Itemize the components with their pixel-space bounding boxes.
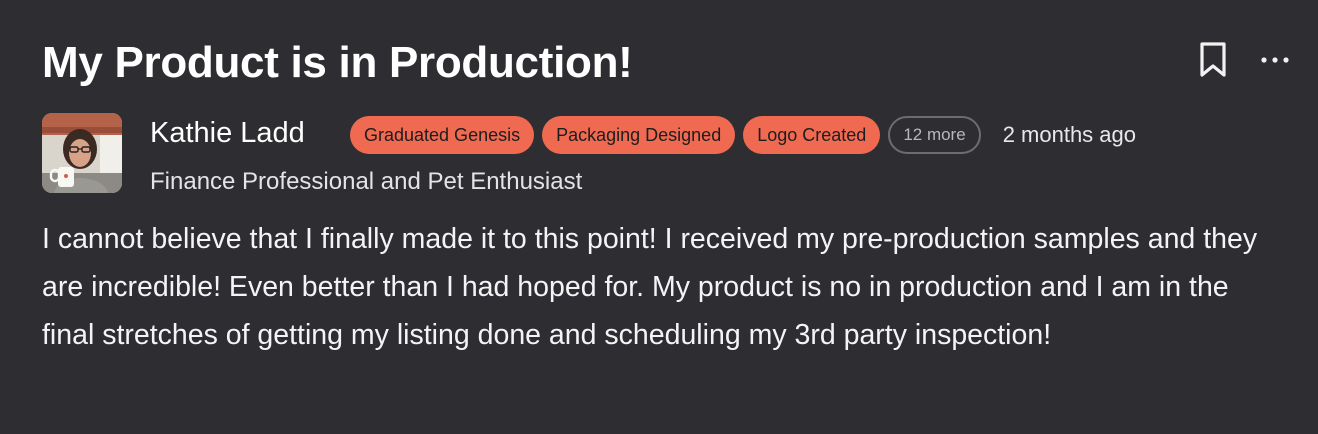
badge-graduated-genesis[interactable]: Graduated Genesis <box>350 116 535 154</box>
badge-packaging-designed[interactable]: Packaging Designed <box>542 116 736 154</box>
more-horizontal-icon <box>1261 57 1289 63</box>
post-card: My Product is in Production! Kathie Ladd… <box>0 0 1318 434</box>
post-timestamp: 2 months ago <box>1002 122 1136 147</box>
post-actions <box>1196 40 1292 80</box>
post-body: I cannot believe that I finally made it … <box>42 223 1258 351</box>
author-bio: Finance Professional and Pet Enthusiast <box>150 168 583 195</box>
more-options-button[interactable] <box>1258 40 1292 80</box>
author-name[interactable]: Kathie Ladd <box>150 117 305 150</box>
bookmark-button[interactable] <box>1196 40 1230 80</box>
bookmark-icon <box>1200 42 1226 77</box>
user-photo-icon <box>42 113 122 193</box>
avatar[interactable] <box>42 113 122 193</box>
badge-list: Graduated Genesis Packaging Designed Log… <box>350 116 1136 154</box>
more-badges-button[interactable]: 12 more <box>888 116 981 154</box>
badge-logo-created[interactable]: Logo Created <box>743 116 881 154</box>
post-title: My Product is in Production! <box>42 38 633 87</box>
